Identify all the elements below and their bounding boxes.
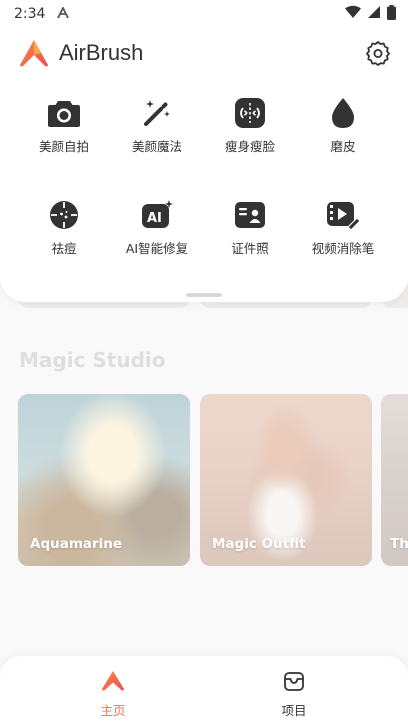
svg-text:AI: AI [147,211,162,226]
project-box-icon [283,670,305,696]
tool-ai-repair[interactable]: AI AI智能修复 [109,198,205,257]
studio-card-partial[interactable]: Th [381,394,408,566]
tool-smooth-skin[interactable]: 磨皮 [295,96,391,155]
airbrush-logo-icon [18,37,50,69]
status-time: 2:34 [14,6,46,22]
studio-card-label: Aquamarine [30,536,123,552]
tool-label: 美颜自拍 [38,139,89,154]
signal-icon [367,5,381,23]
gear-icon[interactable] [364,39,392,67]
tool-label: 美颜魔法 [131,139,182,154]
wifi-icon [345,5,361,23]
tool-slim-face[interactable]: 瘦身瘦脸 [202,96,298,155]
slim-icon [233,96,267,130]
video-eraser-icon [326,198,360,232]
studio-card-label: Th [390,536,408,552]
tool-acne[interactable]: 祛痘 [16,198,112,257]
nav-home[interactable]: 主页 [73,670,153,719]
tool-label: 祛痘 [51,241,77,256]
status-bar: 2:34 [0,0,408,28]
tool-label: AI智能修复 [125,241,189,256]
app-header: AirBrush [18,34,392,72]
studio-card-magic-outfit[interactable]: Magic Outfit [200,394,372,566]
battery-icon [387,4,396,24]
tool-label: 证件照 [231,241,269,256]
tool-label: 视频消除笔 [311,241,375,256]
tool-beauty-selfie[interactable]: 美颜自拍 [16,96,112,155]
magic-studio-title: Magic Studio [19,348,166,372]
a-icon [57,5,70,22]
nav-label: 项目 [281,703,307,718]
nav-projects[interactable]: 项目 [254,670,334,719]
app-title: AirBrush [59,40,144,65]
nav-label: 主页 [100,703,126,718]
drop-icon [326,96,360,130]
tool-video-eraser[interactable]: 视频消除笔 [295,198,391,257]
bottom-nav: 主页 项目 [0,656,408,725]
sheet-drag-handle[interactable] [186,293,222,297]
studio-card-aquamarine[interactable]: Aquamarine [18,394,190,566]
tool-label: 瘦身瘦脸 [224,139,275,154]
tool-label: 磨皮 [330,139,356,154]
id-photo-icon [233,198,267,232]
home-logo-icon [101,670,125,696]
camera-icon [47,96,81,130]
tools-sheet: 2:34 AirBrush 美颜自拍 美颜魔法 瘦身瘦脸 磨皮 祛痘 AI AI… [0,0,408,302]
magic-wand-icon [140,96,174,130]
ai-repair-icon: AI [140,198,174,232]
tool-beauty-magic[interactable]: 美颜魔法 [109,96,205,155]
acne-icon [47,198,81,232]
tool-id-photo[interactable]: 证件照 [202,198,298,257]
studio-card-label: Magic Outfit [212,536,306,552]
